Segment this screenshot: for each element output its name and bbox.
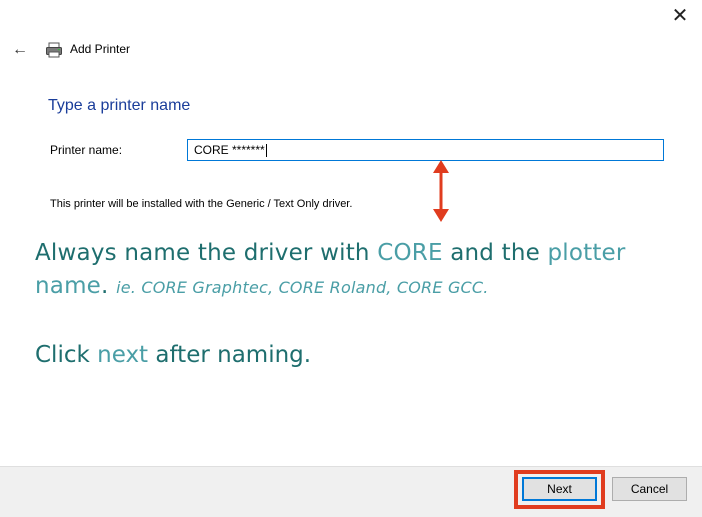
- next-button[interactable]: Next: [522, 477, 597, 501]
- add-printer-window: ✕ ← Add Printer Type a printer name Prin…: [0, 0, 702, 517]
- naming-instruction: Always name the driver with CORE and the…: [35, 240, 626, 299]
- window-title: Add Printer: [70, 42, 131, 56]
- core-highlight: CORE: [377, 240, 443, 266]
- printer-icon: [46, 42, 62, 58]
- text-caret: [265, 144, 267, 158]
- printer-name-input[interactable]: CORE *******: [187, 139, 664, 161]
- page-title: Type a printer name: [48, 97, 191, 114]
- double-arrow-annotation: [433, 160, 449, 222]
- printer-name-label: Printer name:: [50, 143, 123, 157]
- next-highlight-word: next: [97, 342, 149, 368]
- next-instruction: Click next after naming.: [35, 342, 312, 368]
- naming-examples: ie. CORE Graphtec, CORE Roland, CORE GCC…: [116, 278, 489, 297]
- driver-note: This printer will be installed with the …: [50, 198, 353, 210]
- back-arrow-icon[interactable]: ←: [10, 40, 30, 60]
- close-icon[interactable]: ✕: [670, 6, 690, 26]
- cancel-button[interactable]: Cancel: [612, 477, 687, 501]
- printer-name-value: CORE *******: [194, 143, 265, 157]
